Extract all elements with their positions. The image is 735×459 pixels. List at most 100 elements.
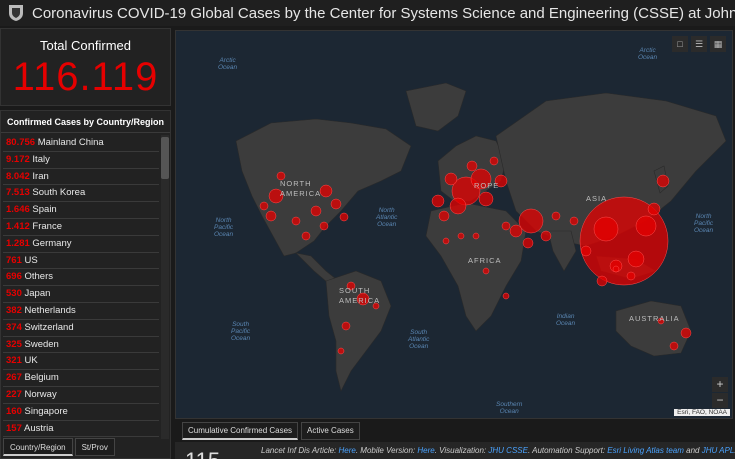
case-bubble[interactable] — [472, 232, 480, 240]
case-bubble[interactable] — [442, 237, 450, 245]
case-bubble[interactable] — [647, 202, 661, 216]
case-bubble[interactable] — [580, 245, 592, 257]
world-map[interactable]: Arctic Ocean Arctic Ocean North Pacific … — [175, 30, 733, 419]
tab-state-province[interactable]: St/Prov — [74, 438, 115, 456]
country-name: UK — [24, 355, 38, 367]
jhu-csse-link[interactable]: JHU CSSE — [488, 446, 528, 455]
lancet-link[interactable]: Here — [339, 446, 356, 455]
list-item[interactable]: 9.172 Italy — [3, 152, 159, 169]
case-bubble[interactable] — [518, 208, 544, 234]
case-bubble[interactable] — [509, 224, 523, 238]
case-bubble[interactable] — [431, 194, 445, 208]
case-bubble[interactable] — [501, 221, 511, 231]
cases-list[interactable]: 80.756 Mainland China 9.172 Italy 8.042 Ir… — [3, 135, 159, 439]
list-item[interactable]: 321 UK — [3, 353, 159, 371]
list-item[interactable]: 1.646 Spain — [3, 202, 159, 219]
country-name: Mainland China — [37, 137, 104, 148]
list-item[interactable]: 761 US — [3, 253, 159, 270]
list-item[interactable]: 325 Sweden — [3, 337, 159, 354]
australia-land — [615, 300, 692, 357]
case-bubble[interactable] — [291, 216, 301, 226]
case-bubble[interactable] — [627, 250, 645, 268]
case-bubble[interactable] — [656, 174, 670, 188]
list-item[interactable]: 696 Others — [3, 269, 159, 287]
label-north-pacific-west: North Pacific Ocean — [214, 217, 234, 238]
case-bubble[interactable] — [449, 197, 467, 215]
case-bubble[interactable] — [438, 210, 450, 222]
country-name: US — [24, 254, 38, 266]
zoom-out-button[interactable]: − — [712, 393, 728, 408]
case-bubble[interactable] — [265, 210, 277, 222]
case-bubble[interactable] — [330, 198, 342, 210]
bookmark-icon[interactable]: □ — [672, 36, 688, 52]
cases-list-scrollbar[interactable] — [161, 135, 169, 439]
case-bubble[interactable] — [502, 292, 510, 300]
case-bubble[interactable] — [593, 216, 619, 242]
case-count: 80.756 — [6, 137, 36, 148]
case-bubble[interactable] — [444, 172, 458, 186]
case-bubble[interactable] — [635, 215, 657, 237]
case-bubble[interactable] — [482, 267, 490, 275]
country-name: Singapore — [24, 405, 68, 417]
grid-icon[interactable]: ▦ — [710, 36, 726, 52]
left-panel-tabs: Country/Region St/Prov — [3, 438, 117, 456]
case-bubble[interactable] — [457, 232, 465, 240]
case-bubble[interactable] — [540, 230, 552, 242]
case-bubble[interactable] — [341, 321, 351, 331]
tab-cumulative-confirmed[interactable]: Cumulative Confirmed Cases — [182, 422, 299, 440]
list-item[interactable]: 8.042 Iran — [3, 169, 159, 186]
list-item[interactable]: 80.756 Mainland China — [3, 135, 159, 152]
case-bubble[interactable] — [259, 201, 269, 211]
zoom-in-button[interactable]: + — [712, 377, 728, 392]
case-bubble[interactable] — [478, 191, 494, 207]
list-item[interactable]: 267 Belgium — [3, 370, 159, 387]
list-item[interactable]: 1.281 Germany — [3, 236, 159, 253]
list-item[interactable]: 227 Norway — [3, 387, 159, 404]
country-name: South Korea — [32, 187, 86, 199]
list-item[interactable]: 157 Austria — [3, 421, 159, 438]
case-bubble[interactable] — [680, 327, 692, 339]
case-bubble[interactable] — [596, 275, 608, 287]
scrollbar-thumb[interactable] — [161, 137, 169, 179]
footer-big-number: 115 — [185, 448, 220, 459]
case-bubble[interactable] — [310, 205, 322, 217]
list-item[interactable]: 374 Switzerland — [3, 320, 159, 337]
list-item[interactable]: 160 Singapore — [3, 404, 159, 421]
map-tabs: Cumulative Confirmed Cases Active Cases — [182, 422, 363, 440]
case-count: 325 — [6, 338, 22, 350]
case-bubble[interactable] — [626, 271, 636, 281]
case-bubble[interactable] — [489, 156, 499, 166]
case-bubble[interactable] — [612, 265, 620, 273]
footer-automation: . Automation Support: — [527, 446, 608, 455]
case-bubble[interactable] — [522, 237, 534, 249]
list-item[interactable]: 7.513 South Korea — [3, 185, 159, 203]
label-south-atlantic: South Atlantic Ocean — [408, 329, 430, 350]
title-bar: Coronavirus COVID-19 Global Cases by the… — [0, 0, 735, 26]
case-bubble[interactable] — [466, 160, 478, 172]
case-bubble[interactable] — [301, 231, 311, 241]
case-bubble[interactable] — [569, 216, 579, 226]
case-bubble[interactable] — [669, 341, 679, 351]
case-count: 227 — [6, 388, 22, 400]
case-count: 1.412 — [6, 220, 30, 232]
label-africa: AFRICA — [468, 256, 502, 265]
case-bubble[interactable] — [551, 211, 561, 221]
zoom-controls: + − — [712, 377, 728, 409]
case-bubble[interactable] — [337, 347, 345, 355]
label-arctic-ocean-west: Arctic Ocean — [218, 57, 238, 71]
tab-active-cases[interactable]: Active Cases — [301, 422, 360, 440]
country-name: Netherlands — [24, 304, 76, 316]
list-item[interactable]: 530 Japan — [3, 286, 159, 303]
tab-country-region[interactable]: Country/Region — [3, 438, 73, 456]
jhu-apl-link[interactable]: JHU APL — [702, 446, 735, 455]
case-bubble[interactable] — [319, 221, 329, 231]
list-item[interactable]: 382 Netherlands — [3, 303, 159, 320]
cases-by-country-panel: Confirmed Cases by Country/Region 80.756… — [0, 110, 171, 459]
case-bubble[interactable] — [319, 184, 333, 198]
esri-link[interactable]: Esri Living Atlas team — [607, 446, 684, 455]
mobile-link[interactable]: Here — [417, 446, 434, 455]
list-icon[interactable]: ☰ — [691, 36, 707, 52]
list-item[interactable]: 1.412 France — [3, 219, 159, 236]
footer-mobile: . Mobile Version: — [355, 446, 418, 455]
case-bubble[interactable] — [339, 212, 349, 222]
